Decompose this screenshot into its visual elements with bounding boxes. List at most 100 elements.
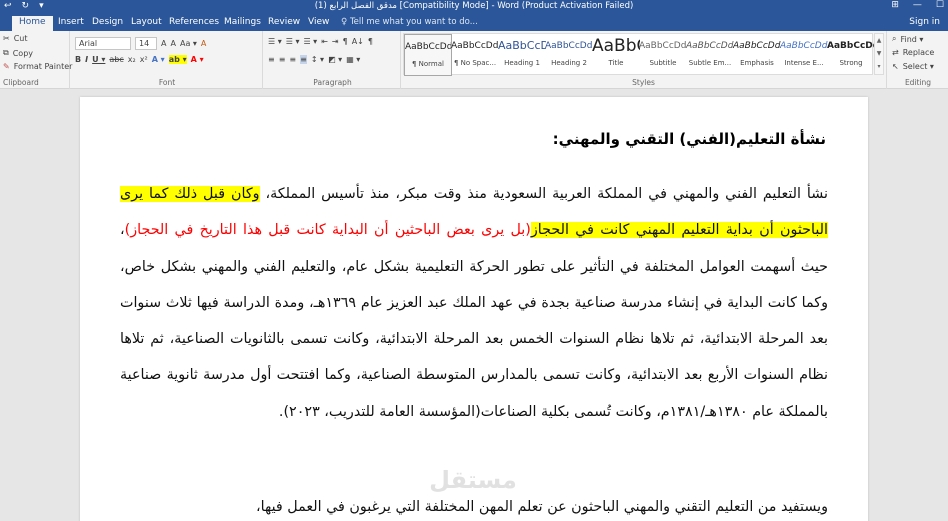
- window-title: مدقق الفصل الرابع (1) [Compatibility Mod…: [314, 1, 634, 11]
- style-title[interactable]: AaBbCcDdEe Title: [592, 34, 640, 76]
- ribbon: ✂ Cut ⧉ Copy ✎ Format Painter Clipboard Ari…: [0, 31, 948, 89]
- style-heading-1[interactable]: AaBbCcDdEe Heading 1: [498, 34, 546, 76]
- ribbon-tabs: Home Insert Design Layout References Mai…: [0, 14, 948, 31]
- bold-icon[interactable]: B: [75, 55, 81, 64]
- align-center-icon[interactable]: ≡: [279, 55, 286, 64]
- copy-icon: ⧉: [3, 48, 9, 57]
- section-heading: نشأة التعليم(الفني) التقني والمهني:: [552, 130, 826, 148]
- style-emphasis[interactable]: AaBbCcDdEe Emphasis: [733, 34, 781, 76]
- tell-me-box[interactable]: ♀ Tell me what you want to do...: [341, 17, 478, 27]
- style-preview: AaBbCcDdEe: [451, 41, 499, 51]
- format-painter-label: Format Painter: [13, 62, 73, 71]
- style-subtle-emphasis[interactable]: AaBbCcDdEe Subtle Em...: [686, 34, 734, 76]
- font-color-icon[interactable]: A ▾: [191, 55, 204, 64]
- line-spacing-icon[interactable]: ↕ ▾: [311, 55, 324, 64]
- style-label: Emphasis: [740, 59, 774, 67]
- increase-indent-icon[interactable]: ⇥: [332, 37, 339, 46]
- justify-icon[interactable]: ≡: [300, 55, 307, 64]
- highlight-icon[interactable]: ab ▾: [168, 55, 187, 64]
- style-label: Subtle Em...: [688, 59, 732, 67]
- style-strong[interactable]: AaBbCcDdEe Strong: [827, 34, 875, 76]
- find-label: Find ▾: [900, 34, 924, 44]
- paragraph-1-text-a: نشأ التعليم الفني والمهني في المملكة الع…: [259, 186, 829, 202]
- align-left-icon[interactable]: ≡: [268, 55, 275, 64]
- italic-icon[interactable]: I: [85, 55, 88, 64]
- font-group: Arial 14 A A Aa ▾ A B I U ▾ abc x₂ x² A …: [72, 31, 263, 89]
- paragraph-1[interactable]: نشأ التعليم الفني والمهني في المملكة الع…: [120, 176, 828, 430]
- style-preview: AaBbCcDdEe: [405, 42, 451, 52]
- title-bar: ↩ ↻ ▾ مدقق الفصل الرابع (1) [Compatibili…: [0, 0, 948, 14]
- copy-button[interactable]: ⧉ Copy: [3, 48, 33, 58]
- maximize-icon[interactable]: ☐: [936, 0, 944, 10]
- grow-font-icon[interactable]: A: [161, 39, 166, 48]
- underline-icon[interactable]: U ▾: [92, 55, 105, 64]
- editing-label: Editing: [904, 78, 932, 87]
- lightbulb-icon: ♀: [341, 17, 350, 27]
- style-no-spacing[interactable]: AaBbCcDdEe ¶ No Spac...: [451, 34, 499, 76]
- style-intense-emphasis[interactable]: AaBbCcDdEe Intense E...: [780, 34, 828, 76]
- replace-button[interactable]: ⇄ Replace: [892, 48, 934, 57]
- tab-references[interactable]: References: [169, 17, 219, 27]
- clipboard-label: Clipboard: [3, 78, 39, 87]
- numbering-icon[interactable]: ☰ ▾: [286, 37, 300, 46]
- document-page[interactable]: نشأة التعليم(الفني) التقني والمهني: نشأ …: [80, 97, 868, 521]
- tell-me-text: Tell me what you want to do...: [349, 17, 478, 27]
- cut-button[interactable]: ✂ Cut: [3, 34, 28, 43]
- find-button[interactable]: ⌕ Find ▾: [892, 34, 923, 44]
- tab-view[interactable]: View: [308, 17, 329, 27]
- font-size-combo[interactable]: 14: [135, 37, 157, 50]
- sort-icon[interactable]: A↓: [352, 37, 364, 46]
- style-label: Strong: [839, 59, 863, 67]
- style-subtitle[interactable]: AaBbCcDdEe Subtitle: [639, 34, 687, 76]
- tab-insert[interactable]: Insert: [58, 17, 84, 27]
- align-right-icon[interactable]: ≡: [289, 55, 296, 64]
- styles-gallery: AaBbCcDdEe¶ Normal AaBbCcDdEe¶ No Spac..…: [403, 33, 875, 76]
- search-icon: ⌕: [892, 34, 897, 43]
- style-preview: AaBbCcDdEe: [733, 41, 781, 51]
- ribbon-display-icon[interactable]: ⊞: [891, 0, 899, 10]
- paragraph-1-text-d: ، حيث أسهمت العوامل المختلفة في التأثير …: [120, 222, 828, 420]
- style-label: Heading 2: [551, 59, 587, 67]
- tab-layout[interactable]: Layout: [131, 17, 162, 27]
- replace-label: Replace: [902, 48, 935, 57]
- style-preview: AaBbCcDdEe: [780, 41, 828, 51]
- tab-design[interactable]: Design: [92, 17, 123, 27]
- borders-icon[interactable]: ▦ ▾: [346, 55, 360, 64]
- sign-in-link[interactable]: Sign in: [909, 17, 940, 27]
- clear-format-icon[interactable]: A: [201, 39, 206, 48]
- cut-label: Cut: [13, 34, 28, 43]
- tab-review[interactable]: Review: [268, 17, 300, 27]
- subscript-icon[interactable]: x₂: [128, 55, 136, 64]
- ltr-icon[interactable]: ¶: [343, 37, 348, 46]
- change-case-icon[interactable]: Aa ▾: [180, 39, 197, 48]
- strikethrough-icon[interactable]: abc: [109, 55, 123, 64]
- chevron-up-icon[interactable]: ▲: [875, 34, 883, 47]
- paragraph-group: ☰ ▾ ☰ ▾ ☰ ▾ ⇤ ⇥ ¶ A↓ ¶ ≡ ≡ ≡ ≡ ↕ ▾ ◩ ▾ ▦…: [265, 31, 401, 89]
- shrink-font-icon[interactable]: A: [170, 39, 175, 48]
- more-styles-icon[interactable]: ▾: [875, 60, 883, 73]
- format-painter-button[interactable]: ✎ Format Painter: [3, 62, 72, 71]
- decrease-indent-icon[interactable]: ⇤: [321, 37, 328, 46]
- minimize-icon[interactable]: —: [913, 0, 922, 10]
- clipboard-group: ✂ Cut ⧉ Copy ✎ Format Painter Clipboard: [0, 31, 72, 89]
- superscript-icon[interactable]: x²: [140, 55, 148, 64]
- style-heading-2[interactable]: AaBbCcDdEe Heading 2: [545, 34, 593, 76]
- style-preview: AaBbCcDdEe: [827, 41, 875, 51]
- paragraph-label: Paragraph: [313, 78, 352, 87]
- select-label: Select ▾: [902, 62, 934, 71]
- show-marks-icon[interactable]: ¶: [368, 37, 373, 46]
- font-name-combo[interactable]: Arial: [75, 37, 131, 50]
- style-label: Heading 1: [504, 59, 540, 67]
- tab-home[interactable]: Home: [12, 16, 53, 31]
- tab-mailings[interactable]: Mailings: [224, 17, 261, 27]
- styles-scroll[interactable]: ▲ ▼ ▾: [874, 33, 884, 75]
- window-controls: ⊞ — ☐: [891, 0, 944, 10]
- multilevel-list-icon[interactable]: ☰ ▾: [303, 37, 317, 46]
- style-label: ¶ No Spac...: [453, 59, 497, 67]
- chevron-down-icon[interactable]: ▼: [875, 47, 883, 60]
- bullets-icon[interactable]: ☰ ▾: [268, 37, 282, 46]
- text-effects-icon[interactable]: A ▾: [152, 55, 165, 64]
- shading-icon[interactable]: ◩ ▾: [328, 55, 342, 64]
- style-normal[interactable]: AaBbCcDdEe ¶ Normal: [404, 34, 452, 76]
- select-button[interactable]: ↖ Select ▾: [892, 62, 934, 71]
